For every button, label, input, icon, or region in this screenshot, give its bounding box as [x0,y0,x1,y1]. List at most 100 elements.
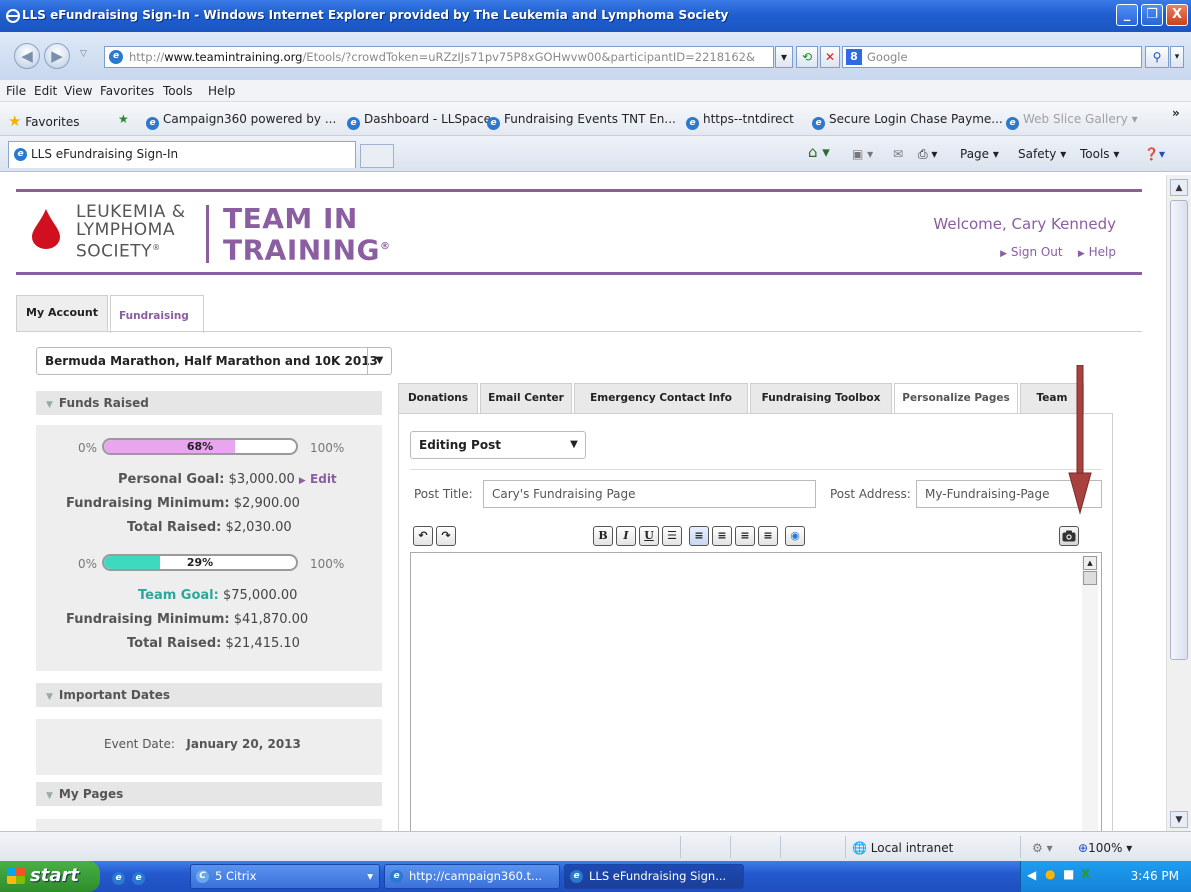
menu-tools[interactable]: Tools [163,84,193,98]
menu-help[interactable]: Help [208,84,235,98]
tray-app-icon[interactable]: ● [1045,867,1055,881]
post-title-input[interactable]: Cary's Fundraising Page [483,480,816,508]
close-window-button[interactable]: X [1166,4,1188,26]
ie-page-icon: e [686,117,699,130]
insert-link-button[interactable]: ◉ [785,526,805,546]
collapse-triangle-icon: ▼ [46,400,53,410]
tab-fundraising[interactable]: Fundraising [110,295,204,333]
minimize-button[interactable]: _ [1116,4,1138,26]
favorites-button[interactable]: ★ Favorites [8,112,80,130]
tray-network-icon[interactable]: ■ [1063,867,1074,881]
scroll-thumb[interactable] [1083,571,1097,585]
back-button[interactable]: ◀ [14,43,40,69]
page-menu[interactable]: Page ▾ [960,147,999,161]
lls-line-3: SOCIETY® [76,239,186,261]
important-dates-header[interactable]: ▼ Important Dates [36,683,382,707]
mail-icon[interactable]: ✉ [893,147,903,161]
post-address-label: Post Address: [830,487,911,501]
search-icon: ⚲ [1152,50,1162,64]
tab-emergency-contact-info[interactable]: Emergency Contact Info [574,383,748,413]
post-body-editor[interactable]: ▲ [410,552,1102,831]
sign-out-link[interactable]: ▶ Sign Out [1000,245,1063,259]
bold-button[interactable]: B [593,526,613,546]
align-center-button[interactable]: ≡ [712,526,732,546]
restore-button[interactable]: ❐ [1141,4,1163,26]
favorite-link-tntdirect[interactable]: e https--tntdirect [686,112,794,130]
add-favorite-icon[interactable]: ★ [118,112,129,126]
start-button[interactable]: start [0,861,100,892]
my-pages-header[interactable]: ▼ My Pages [36,782,382,806]
stop-button[interactable]: ✕ [820,46,840,68]
safety-menu[interactable]: Safety ▾ [1018,147,1066,161]
underline-button[interactable]: U [639,526,659,546]
stop-icon: ✕ [824,50,836,64]
more-favorites-chevron-icon[interactable]: » [1172,106,1180,120]
tab-fundraising-toolbox[interactable]: Fundraising Toolbox [750,383,892,413]
insert-photo-button[interactable] [1059,526,1079,546]
panel-divider [410,469,1102,470]
browser-tab-active[interactable]: e LLS eFundraising Sign-In [8,141,356,168]
quicklaunch-ie-icon-2[interactable]: e [132,867,149,885]
brand-divider [206,205,209,263]
favorite-link-fundraising-events[interactable]: e Fundraising Events TNT En... [487,112,676,130]
scroll-up-icon[interactable]: ▲ [1170,179,1188,196]
forward-button[interactable]: ▶ [44,43,70,69]
history-dropdown-icon[interactable]: ▽ [80,49,87,59]
task-campaign360[interactable]: e http://campaign360.t... [384,864,560,889]
feeds-icon[interactable]: ▣ ▾ [852,147,873,161]
url-input[interactable]: e http://www.teamintraining.org/Etools/?… [104,46,774,68]
task-lls-efundraising[interactable]: e LLS eFundraising Sign... [564,864,744,889]
page-scrollbar[interactable]: ▲ ▼ [1166,175,1191,831]
help-link[interactable]: ▶ Help [1078,245,1116,259]
menu-favorites[interactable]: Favorites [100,84,154,98]
tools-menu[interactable]: Tools ▾ [1080,147,1119,161]
url-path: /Etools/?crowdToken=uRZzIJs71pv75P8xGOHw… [302,50,755,64]
event-date: Event Date: January 20, 2013 [104,737,301,751]
tray-excel-icon[interactable]: X [1081,867,1090,881]
tools-menu-label: Tools [1080,147,1110,161]
menu-view[interactable]: View [64,84,92,98]
menu-file[interactable]: File [6,84,26,98]
favorite-link-dashboard[interactable]: e Dashboard - LLSpace [347,112,491,130]
new-tab-button[interactable] [360,144,394,168]
search-input[interactable]: 8 Google [842,46,1142,68]
editing-mode-select[interactable]: Editing Post ▼ [410,431,586,459]
search-options-button[interactable]: ▾ [1170,46,1184,68]
quicklaunch-ie-icon[interactable]: e [112,867,129,885]
redo-button[interactable]: ↷ [436,526,456,546]
event-select[interactable]: Bermuda Marathon, Half Marathon and 10K … [36,347,392,375]
search-button[interactable]: ⚲ [1145,46,1169,68]
favorite-link-web-slice[interactable]: e Web Slice Gallery ▾ [1006,112,1138,130]
favorite-link-campaign360[interactable]: e Campaign360 powered by ... [146,112,336,130]
menu-edit[interactable]: Edit [34,84,57,98]
justify-button[interactable]: ≡ [758,526,778,546]
edit-goal-link[interactable]: ▶ Edit [299,472,337,486]
favorite-link-chase[interactable]: e Secure Login Chase Payme... [812,112,1003,130]
bullet-list-button[interactable]: ☰ [662,526,682,546]
tab-email-center[interactable]: Email Center [480,383,572,413]
tray-expand-icon[interactable]: ◀ [1027,868,1036,882]
url-dropdown-button[interactable]: ▾ [775,46,793,68]
task-citrix[interactable]: C 5 Citrix ▾ [190,864,380,889]
undo-button[interactable]: ↶ [413,526,433,546]
refresh-button[interactable]: ⟲ [796,46,818,68]
scroll-down-icon[interactable]: ▼ [1170,811,1188,828]
scroll-up-icon[interactable]: ▲ [1083,556,1097,570]
italic-button[interactable]: I [616,526,636,546]
home-icon[interactable]: ⌂ ▾ [808,143,830,161]
protected-mode-icon[interactable]: ⚙ ▾ [1032,841,1053,855]
page-scroll-thumb[interactable] [1170,200,1188,660]
tab-personalize-pages[interactable]: Personalize Pages [894,383,1018,415]
tab-my-account[interactable]: My Account [16,295,108,331]
zoom-control[interactable]: ⊕100% ▾ [1078,841,1132,855]
align-right-button[interactable]: ≡ [735,526,755,546]
security-zone[interactable]: 🌐 Local intranet [852,841,953,855]
funds-raised-header[interactable]: ▼ Funds Raised [36,391,382,415]
tab-donations[interactable]: Donations [398,383,478,413]
menu-bar: File Edit View Favorites Tools Help [0,80,1191,102]
web-page: LEUKEMIA & LYMPHOMA SOCIETY® TEAM IN TRA… [8,175,1166,831]
editor-scrollbar[interactable]: ▲ [1082,556,1098,831]
align-left-button[interactable]: ≡ [689,526,709,546]
print-icon[interactable]: ⎙ ▾ [918,147,937,162]
help-icon[interactable]: ❓▾ [1144,147,1165,161]
